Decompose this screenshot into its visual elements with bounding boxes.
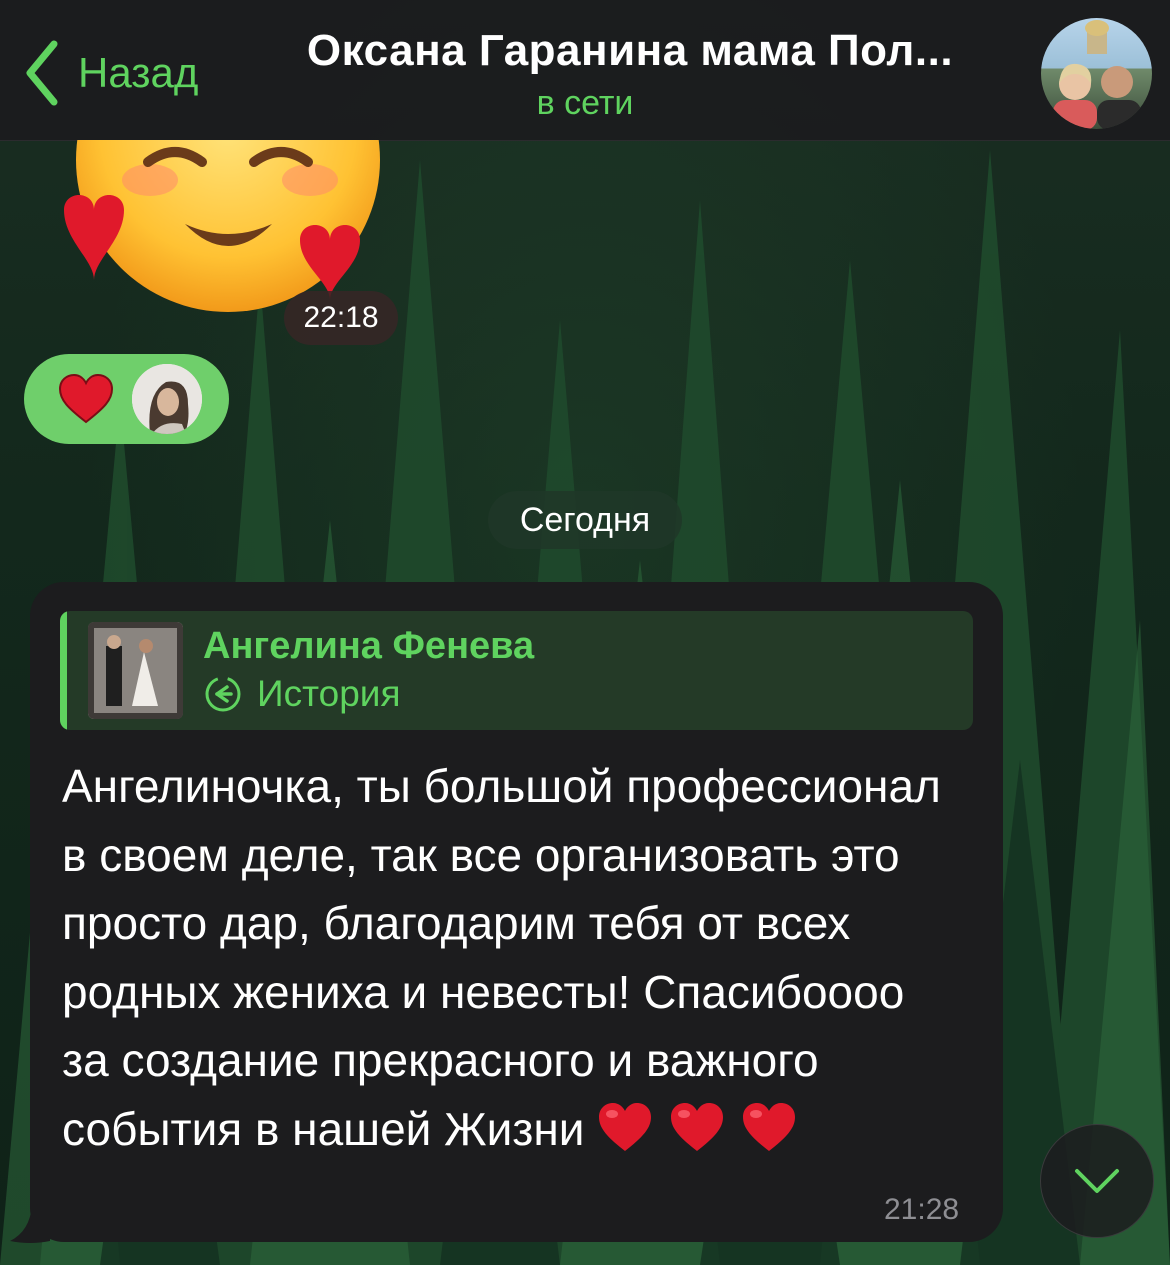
online-status: в сети — [536, 84, 634, 122]
reactor-avatar[interactable] — [132, 364, 202, 434]
message-body: Ангелиночка, ты большой профессионал в с… — [62, 760, 941, 1155]
sticker-timestamp: 22:18 — [284, 291, 398, 345]
reply-accent-bar — [60, 611, 67, 730]
reply-story-label: История — [203, 673, 400, 715]
heart-emojis — [597, 1101, 797, 1153]
story-icon — [205, 676, 241, 712]
chevron-left-icon — [26, 40, 58, 106]
reply-author: Ангелина Фенева — [203, 625, 535, 667]
heart-emoji-icon — [598, 1102, 651, 1151]
reaction-bubble[interactable] — [24, 354, 229, 444]
back-label: Назад — [78, 49, 199, 96]
reply-quote[interactable]: Ангелина Фенева История — [60, 611, 973, 730]
heart-reaction-icon — [58, 374, 114, 424]
heart-emoji-icon — [742, 1102, 795, 1151]
scroll-to-bottom-button[interactable] — [1040, 1124, 1154, 1238]
story-thumbnail — [88, 622, 183, 719]
chevron-down-icon — [1075, 1169, 1119, 1193]
message-timestamp: 21:28 — [884, 1193, 960, 1226]
message-text: Ангелиночка, ты большой профессионал в с… — [62, 752, 962, 1163]
heart-emoji-icon — [670, 1102, 723, 1151]
bubble-tail — [10, 1205, 50, 1243]
chat-title[interactable]: Оксана Гаранина мама Пол... — [250, 26, 1010, 76]
date-separator: Сегодня — [488, 491, 682, 549]
chat-header: Назад Оксана Гаранина мама Пол... в сети — [0, 0, 1170, 141]
avatar-photo — [1053, 20, 1141, 129]
contact-avatar[interactable] — [1041, 18, 1152, 129]
reply-type: История — [257, 673, 401, 714]
back-button[interactable]: Назад — [22, 38, 198, 108]
